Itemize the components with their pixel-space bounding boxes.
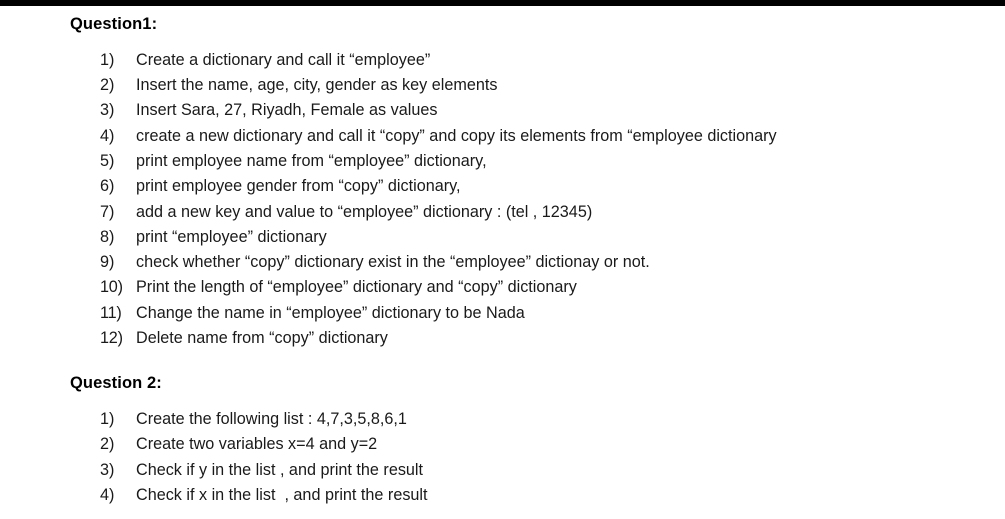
task-item: 5) print employee name from “employee” di… xyxy=(70,149,985,174)
task-item: 2) Insert the name, age, city, gender as … xyxy=(70,73,985,98)
task-item: 9) check whether “copy” dictionary exist … xyxy=(70,250,985,275)
task-item: 4) Check if x in the list , and print the… xyxy=(70,483,985,508)
task-marker: 5) xyxy=(100,151,115,170)
task-marker: 12) xyxy=(100,329,123,348)
task-text: print employee name from “employee” dict… xyxy=(136,151,487,170)
task-marker: 4) xyxy=(100,486,115,505)
task-item: 11) Change the name in “employee” diction… xyxy=(70,301,985,326)
task-text: Check if y in the list , and print the r… xyxy=(136,460,424,479)
task-item: 3) Insert Sara, 27, Riyadh, Female as val… xyxy=(70,98,985,123)
task-text: print “employee” dictionary xyxy=(136,227,327,246)
task-marker: 1) xyxy=(100,50,115,69)
task-text: Create two variables x=4 and y=2 xyxy=(136,435,378,454)
task-text: Delete name from “copy” dictionary xyxy=(136,329,388,348)
task-marker: 11) xyxy=(100,303,122,322)
task-marker: 6) xyxy=(100,177,115,196)
task-item: 8) print “employee” dictionary xyxy=(70,225,985,250)
task-marker: 1) xyxy=(100,410,115,429)
question-heading: Question 2: xyxy=(70,374,162,393)
task-text: Check if x in the list , and print the r… xyxy=(136,486,428,505)
task-marker: 4) xyxy=(100,126,115,145)
task-text: Print the length of “employee” dictionar… xyxy=(136,278,577,297)
task-item: 3) Check if y in the list , and print the… xyxy=(70,458,985,483)
task-list: 1) Create a dictionary and call it “emplo… xyxy=(70,35,985,352)
task-item: 1) Create a dictionary and call it “emplo… xyxy=(70,48,985,73)
task-marker: 2) xyxy=(100,76,115,95)
task-text: Insert the name, age, city, gender as ke… xyxy=(136,76,498,95)
task-marker: 9) xyxy=(100,253,115,272)
task-text: Change the name in “employee” dictionary… xyxy=(136,303,525,322)
task-text: check whether “copy” dictionary exist in… xyxy=(136,253,650,272)
task-text: create a new dictionary and call it “cop… xyxy=(136,126,777,145)
task-marker: 2) xyxy=(100,435,115,454)
task-text: Create a dictionary and call it “employe… xyxy=(136,50,431,69)
task-marker: 3) xyxy=(100,460,115,479)
task-marker: 8) xyxy=(100,227,115,246)
task-text: Insert Sara, 27, Riyadh, Female as value… xyxy=(136,101,438,120)
task-item: 10) Print the length of “employee” dictio… xyxy=(70,275,985,300)
question-heading: Question1: xyxy=(70,15,158,33)
questions-container: Question1: 1) Create a dictionary and call… xyxy=(70,15,985,508)
task-item: 7) add a new key and value to “employee” … xyxy=(70,200,985,225)
task-item: 4) create a new dictionary and call it “c… xyxy=(70,124,985,149)
task-marker: 3) xyxy=(100,101,115,120)
question-block: Question 2: 1) Create the following list :… xyxy=(70,374,985,508)
task-text: print employee gender from “copy” dictio… xyxy=(136,177,461,196)
task-list: 1) Create the following list : 4,7,3,5,8,… xyxy=(70,394,985,508)
task-marker: 10) xyxy=(100,278,123,297)
question-block: Question1: 1) Create a dictionary and call… xyxy=(70,15,985,351)
task-item: 12) Delete name from “copy” dictionary xyxy=(70,326,985,351)
task-item: 2) Create two variables x=4 and y=2 xyxy=(70,432,985,457)
document-page: Question1: 1) Create a dictionary and call… xyxy=(0,6,1005,508)
task-marker: 7) xyxy=(100,202,115,221)
task-item: 6) print employee gender from “copy” dict… xyxy=(70,174,985,199)
task-item: 1) Create the following list : 4,7,3,5,8,… xyxy=(70,407,985,432)
task-text: Create the following list : 4,7,3,5,8,6,… xyxy=(136,410,407,429)
task-text: add a new key and value to “employee” di… xyxy=(136,202,593,221)
